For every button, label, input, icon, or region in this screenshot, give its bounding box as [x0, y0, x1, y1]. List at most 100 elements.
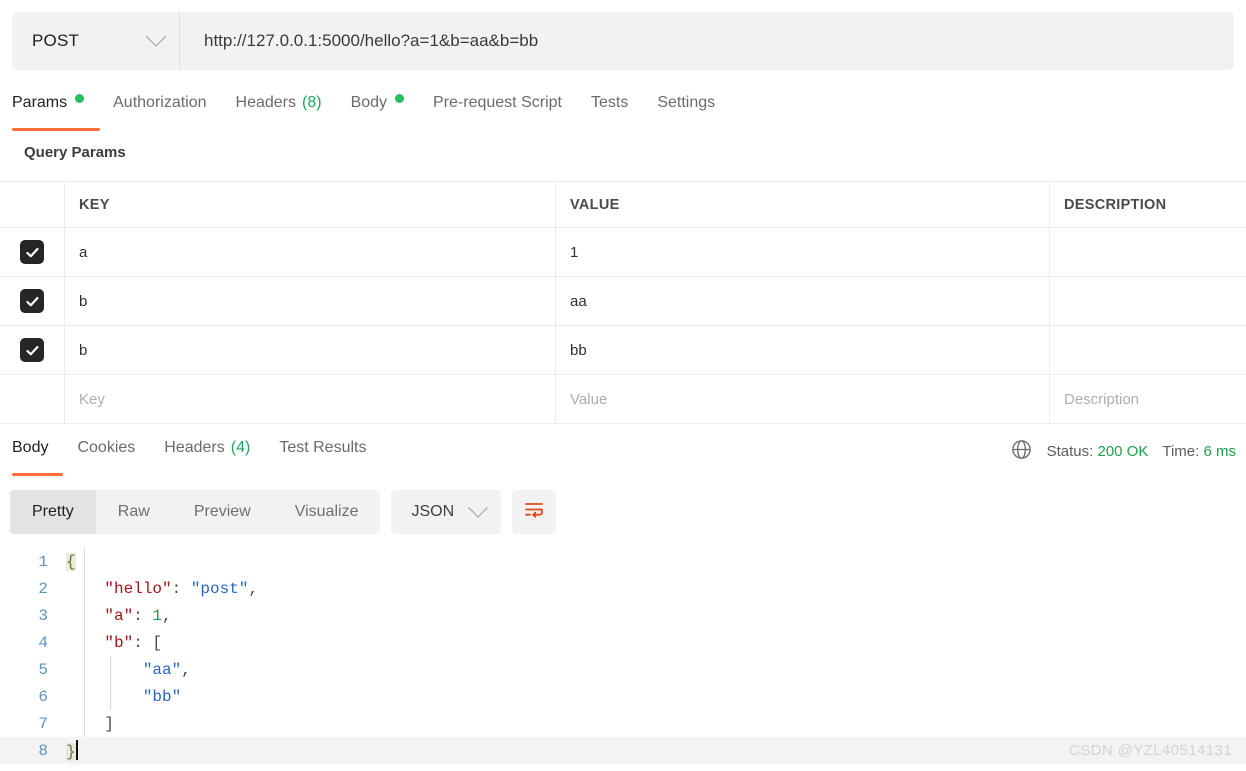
line-number: 5	[38, 660, 48, 679]
tab-status-dot	[395, 94, 405, 103]
response-tab-cookies[interactable]: Cookies	[77, 433, 152, 481]
row-checkbox-cell	[0, 326, 65, 374]
http-method-label: POST	[32, 31, 80, 50]
request-tab-headers[interactable]: Headers (8)	[236, 88, 339, 136]
row-key-cell[interactable]: a	[65, 228, 556, 276]
response-body-code[interactable]: 1{2 "hello": "post", 3 "a": 1, 4 "b": [5 "…	[0, 548, 1246, 771]
request-tab-body[interactable]: Body	[351, 88, 421, 136]
word-wrap-button[interactable]	[512, 490, 557, 534]
chevron-down-icon	[146, 26, 166, 47]
table-row-placeholder: Key Value Description	[0, 375, 1246, 424]
request-tabs: Params Authorization Headers (8) Body Pre-req…	[12, 88, 1234, 131]
row-description-cell[interactable]	[1050, 277, 1246, 325]
tab-label: Settings	[657, 94, 716, 111]
code-text: ]	[66, 715, 114, 733]
row-checkbox[interactable]	[20, 289, 44, 313]
request-url-bar: POST http://127.0.0.1:5000/hello?a=1&b=a…	[12, 12, 1234, 70]
code-token: "aa"	[142, 660, 182, 679]
status-value: 200 OK	[1097, 443, 1149, 460]
row-value-cell[interactable]: aa	[556, 277, 1050, 325]
row-value-cell[interactable]: bb	[556, 326, 1050, 374]
line-number: 4	[38, 633, 48, 652]
view-mode-preview[interactable]: Preview	[172, 490, 273, 534]
chevron-down-icon	[468, 497, 489, 518]
query-params-title: Query Params	[24, 144, 126, 161]
code-line: 3 "a": 1,	[0, 602, 1246, 629]
code-token: }	[66, 743, 76, 761]
row-key-cell[interactable]: b	[65, 326, 556, 374]
new-value-input[interactable]: Value	[556, 375, 1050, 423]
line-number: 7	[38, 714, 48, 733]
view-mode-raw[interactable]: Raw	[96, 490, 172, 534]
url-input[interactable]: http://127.0.0.1:5000/hello?a=1&b=aa&b=b…	[180, 12, 1234, 70]
line-number: 3	[38, 606, 48, 625]
header-cell-checkbox	[0, 182, 65, 227]
code-text: }	[66, 740, 78, 761]
request-tab-params[interactable]: Params	[12, 88, 101, 136]
response-tab-headers[interactable]: Headers (4)	[164, 433, 267, 481]
row-key-cell[interactable]: b	[65, 277, 556, 325]
code-text: "bb"	[66, 688, 181, 706]
code-line: 7 ]	[0, 710, 1246, 737]
new-description-placeholder: Description	[1064, 390, 1140, 408]
line-number: 8	[38, 741, 48, 760]
http-method-select[interactable]: POST	[12, 12, 180, 70]
row-key-text: b	[79, 292, 88, 310]
code-token: 1	[152, 606, 163, 625]
tab-label: Tests	[590, 94, 629, 111]
row-value-text: aa	[570, 292, 587, 310]
code-token: ,	[162, 606, 172, 625]
tab-label: Body	[12, 439, 49, 456]
new-key-input[interactable]: Key	[65, 375, 556, 423]
status-group: Status: 200 OK	[1047, 443, 1149, 460]
word-wrap-icon	[523, 500, 545, 525]
active-tab-underline	[12, 473, 63, 476]
row-description-cell[interactable]	[1050, 228, 1246, 276]
request-tab-tests[interactable]: Tests	[591, 88, 645, 136]
row-checkbox[interactable]	[20, 240, 44, 264]
row-checkbox-cell	[0, 375, 65, 423]
row-value-text: bb	[570, 341, 587, 359]
row-checkbox-cell	[0, 277, 65, 325]
request-tab-pre-request-script[interactable]: Pre-request Script	[433, 88, 579, 136]
tab-label: Authorization	[113, 94, 207, 111]
row-value-cell[interactable]: 1	[556, 228, 1050, 276]
row-value-text: 1	[570, 243, 579, 261]
request-tab-settings[interactable]: Settings	[657, 88, 732, 136]
row-description-cell[interactable]	[1050, 326, 1246, 374]
request-tab-authorization[interactable]: Authorization	[113, 88, 223, 136]
view-mode-pretty[interactable]: Pretty	[10, 490, 96, 534]
line-number: 6	[38, 687, 48, 706]
table-row: b aa	[0, 277, 1246, 326]
column-header-key: KEY	[79, 196, 110, 213]
view-mode-visualize[interactable]: Visualize	[273, 490, 381, 534]
tab-count: (8)	[302, 94, 322, 111]
row-checkbox[interactable]	[20, 338, 44, 362]
new-description-input[interactable]: Description	[1050, 375, 1246, 423]
indent-guide	[110, 656, 111, 683]
response-tab-body[interactable]: Body	[12, 433, 65, 481]
code-token: ]	[104, 714, 115, 733]
row-key-text: b	[79, 341, 88, 359]
code-token: [	[152, 633, 163, 652]
response-format-select[interactable]: JSON	[391, 490, 502, 534]
code-line: 8}	[0, 737, 1246, 764]
code-text: "hello": "post",	[66, 580, 258, 598]
status-label: Status:	[1046, 443, 1094, 460]
globe-icon	[1010, 438, 1033, 465]
active-tab-underline	[12, 128, 100, 131]
response-tab-test-results[interactable]: Test Results	[279, 433, 383, 481]
header-cell-value: VALUE	[556, 182, 1050, 227]
code-token: "hello"	[104, 579, 172, 598]
response-format-label: JSON	[411, 503, 455, 520]
query-params-table: KEY VALUE DESCRIPTION a 1 b aa b bb Key Value De…	[0, 181, 1246, 424]
column-header-description: DESCRIPTION	[1064, 196, 1167, 213]
response-meta: Status: 200 OK Time: 6 ms	[1010, 438, 1236, 465]
code-token: :	[133, 633, 153, 652]
